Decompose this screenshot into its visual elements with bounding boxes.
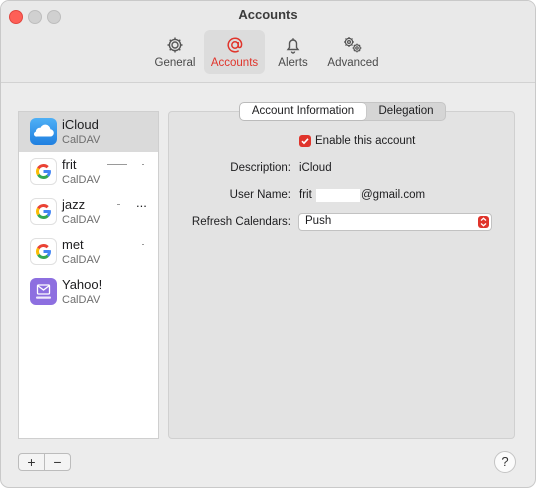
account-name: frit (62, 157, 77, 172)
window-title: Accounts (238, 7, 298, 22)
yahoo-icon (30, 278, 57, 305)
google-icon (30, 158, 57, 185)
redaction-mark (107, 164, 127, 165)
redaction-mark (142, 164, 144, 165)
tab-accounts[interactable]: Accounts (204, 30, 265, 74)
redaction-mark (117, 204, 120, 205)
refresh-calendars-select[interactable]: Push (298, 213, 492, 231)
account-name: iCloud (62, 117, 99, 132)
redaction-mark (142, 244, 144, 245)
refresh-calendars-label: Refresh Calendars: (191, 216, 291, 228)
checkmark-icon (301, 138, 309, 145)
account-item-google-jazz[interactable]: jazz ... CalDAV (19, 192, 158, 232)
bell-icon (283, 35, 303, 58)
enable-account-label: Enable this account (315, 135, 416, 147)
account-item-google-met[interactable]: met CalDAV (19, 232, 158, 272)
account-type: CalDAV (62, 254, 101, 266)
username-redaction (316, 189, 360, 202)
description-label: Description: (230, 162, 291, 174)
account-item-icloud[interactable]: iCloud CalDAV (19, 112, 158, 152)
tab-alerts-label: Alerts (278, 57, 308, 69)
tab-delegation[interactable]: Delegation (367, 103, 445, 120)
help-button[interactable]: ? (494, 451, 516, 473)
remove-account-button[interactable]: − (45, 454, 70, 470)
accounts-list: iCloud CalDAV frit CalDAV jazz ... CalDA… (18, 111, 159, 439)
google-icon (30, 198, 57, 225)
username-domain[interactable]: @gmail.com (361, 189, 425, 201)
description-value[interactable]: iCloud (299, 162, 332, 174)
account-details-panel (168, 111, 515, 439)
tab-general-label: General (154, 57, 196, 69)
account-name-ellipsis: ... (136, 195, 147, 210)
gear-icon (165, 35, 185, 58)
account-name: jazz (62, 197, 86, 212)
account-item-yahoo[interactable]: Yahoo! CalDAV (19, 272, 158, 312)
add-account-button[interactable]: + (19, 454, 44, 470)
account-name: met (62, 237, 84, 252)
tab-general[interactable]: General (151, 30, 199, 74)
accounts-window: Accounts General Accounts Alerts Advance… (0, 0, 536, 488)
add-remove-control: + − (18, 453, 71, 471)
account-type: CalDAV (62, 294, 101, 306)
username-label: User Name: (229, 189, 291, 201)
details-segmented-control: Account Information Delegation (239, 102, 446, 121)
refresh-calendars-value: Push (305, 215, 332, 227)
tab-advanced-label: Advanced (327, 57, 379, 69)
account-type: CalDAV (62, 134, 101, 146)
username-prefix[interactable]: frit (299, 189, 312, 201)
tab-advanced[interactable]: Advanced (322, 30, 384, 74)
at-sign-icon (225, 35, 245, 58)
account-type: CalDAV (62, 174, 101, 186)
tab-account-information[interactable]: Account Information (240, 103, 366, 120)
google-icon (30, 238, 57, 265)
updown-chevron-icon (478, 216, 489, 228)
enable-account-checkbox[interactable] (299, 135, 311, 147)
gears-icon (341, 35, 365, 58)
account-name: Yahoo! (62, 277, 103, 292)
account-type: CalDAV (62, 214, 101, 226)
tab-alerts[interactable]: Alerts (272, 30, 314, 74)
preferences-toolbar: General Accounts Alerts Advanced (1, 30, 535, 76)
account-item-google-frit[interactable]: frit CalDAV (19, 152, 158, 192)
tab-accounts-label: Accounts (210, 57, 259, 69)
title-bar: Accounts General Accounts Alerts Advance… (1, 1, 535, 83)
icloud-icon (30, 118, 57, 145)
